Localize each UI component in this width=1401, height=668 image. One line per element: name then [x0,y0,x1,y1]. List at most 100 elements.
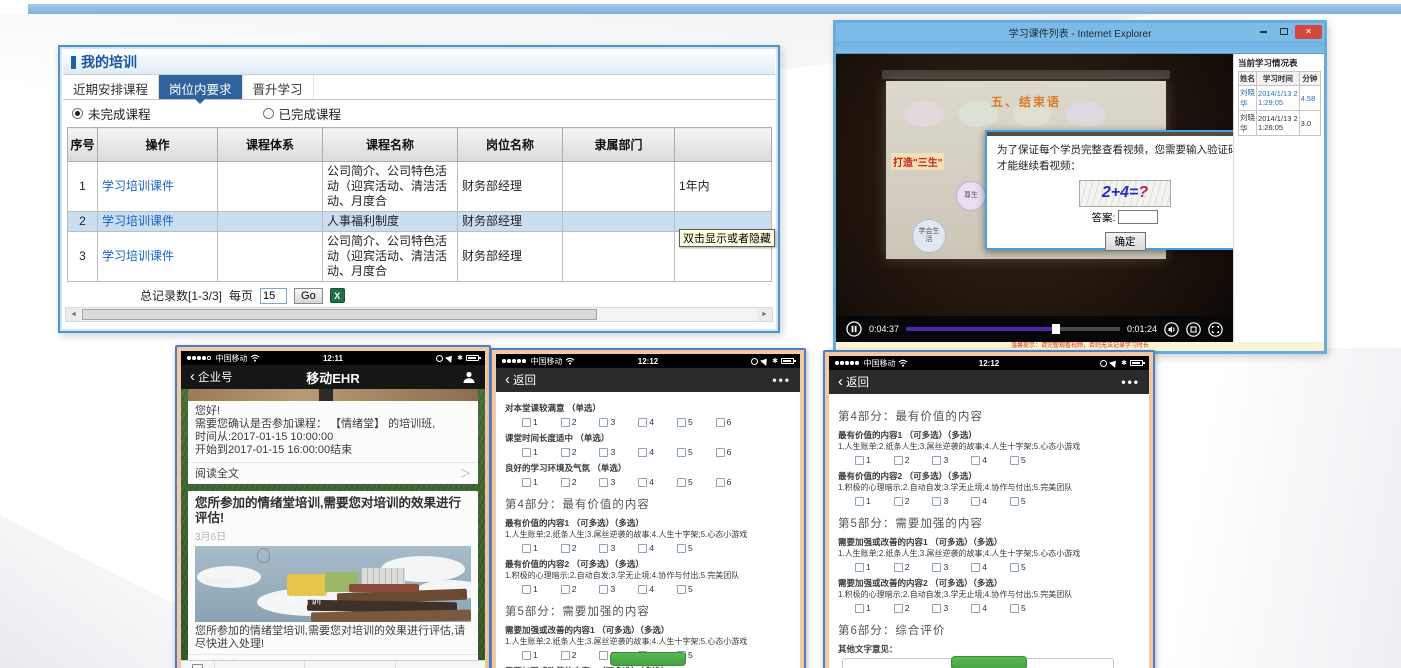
checkbox[interactable] [932,604,941,613]
checkbox[interactable] [894,563,903,572]
menu-section[interactable] [305,661,395,668]
fullscreen-button[interactable] [1208,322,1223,337]
video-player[interactable]: 五、结束语 打造"三生" 尊生 学会生活 0:04:37 [836,54,1233,342]
checkbox[interactable] [716,448,725,457]
checkbox[interactable] [1010,497,1019,506]
checkbox[interactable] [522,651,531,660]
checkbox[interactable] [599,585,608,594]
checkbox[interactable] [971,497,980,506]
course-action-link[interactable]: 学习培训课件 [102,179,174,193]
checkbox-number: 4 [649,543,654,553]
checkbox[interactable] [638,585,647,594]
checkbox[interactable] [638,448,647,457]
checkbox[interactable] [855,497,864,506]
checkbox[interactable] [638,478,647,487]
checkbox-number: 1 [866,496,871,506]
checkbox[interactable] [638,418,647,427]
message-card[interactable]: 您好! 需要您确认是否参加课程： 【情绪堂】 的培训班, 时间从:2017-01… [188,389,478,484]
checkbox[interactable] [1010,563,1019,572]
answer-input[interactable] [1118,210,1158,224]
checkbox[interactable] [638,544,647,553]
progress-handle[interactable] [1052,324,1060,334]
checkbox[interactable] [599,418,608,427]
checkbox[interactable] [599,478,608,487]
stop-button[interactable] [1186,322,1201,337]
submit-button[interactable] [951,656,1027,668]
checkbox[interactable] [1010,604,1019,613]
close-button[interactable]: ✕ [1295,25,1322,39]
wechat-menu-bar[interactable] [181,660,485,668]
progress-bar[interactable] [906,327,1120,331]
checkbox[interactable] [971,563,980,572]
keyboard-icon[interactable] [181,661,215,668]
bluetooth-icon: ✱ [1121,359,1127,367]
checkbox[interactable] [677,418,686,427]
course-action-link[interactable]: 学习培训课件 [102,214,174,228]
checkbox[interactable] [561,418,570,427]
checkbox[interactable] [522,585,531,594]
tab-近期安排课程[interactable]: 近期安排课程 [63,75,159,99]
menu-section[interactable] [215,661,305,668]
tab-晋升学习[interactable]: 晋升学习 [243,75,314,99]
checkbox[interactable] [932,456,941,465]
checkbox[interactable] [971,604,980,613]
read-more-row[interactable]: 阅读全文 ＞ [188,462,478,484]
checkbox[interactable] [677,585,686,594]
horizontal-scrollbar[interactable]: ◄ ► [65,307,773,322]
radio-option[interactable]: 已完成课程 [263,104,342,123]
checkbox[interactable] [677,448,686,457]
course-action-link[interactable]: 学习培训课件 [102,249,174,263]
go-button[interactable]: Go [294,288,323,304]
checkbox[interactable] [677,478,686,487]
submit-button[interactable] [610,652,686,666]
checkbox[interactable] [855,563,864,572]
checkbox[interactable] [599,448,608,457]
checkbox[interactable] [561,585,570,594]
checkbox[interactable] [932,563,941,572]
tab-岗位内要求[interactable]: 岗位内要求 [159,75,243,99]
scroll-left-arrow[interactable]: ◄ [66,308,81,321]
checkbox[interactable] [894,497,903,506]
checkbox-number: 1 [533,417,538,427]
checkbox[interactable] [561,651,570,660]
back-button[interactable]: ‹ 返回 [838,374,869,390]
scroll-thumb[interactable] [82,309,597,320]
checkbox[interactable] [894,604,903,613]
message-card[interactable]: 您所参加的情绪堂培训,需要您对培训的效果进行评估! 3月6日 -longs [188,491,478,668]
checkbox[interactable] [932,497,941,506]
scroll-right-arrow[interactable]: ► [757,308,772,321]
checkbox[interactable] [894,456,903,465]
checkbox[interactable] [522,448,531,457]
excel-export-icon[interactable]: X [330,288,345,303]
person-icon[interactable] [462,371,476,383]
checkbox[interactable] [855,604,864,613]
back-button[interactable]: ‹ 企业号 [190,369,233,385]
minimize-button[interactable] [1255,25,1272,39]
per-page-input[interactable] [260,288,287,304]
checkbox[interactable] [561,544,570,553]
checkbox[interactable] [855,456,864,465]
checkbox[interactable] [522,478,531,487]
menu-section[interactable] [396,661,485,668]
checkbox-item: 1 [522,650,538,660]
volume-button[interactable] [1164,322,1179,337]
checkbox[interactable] [561,478,570,487]
maximize-button[interactable] [1275,25,1292,39]
checkbox[interactable] [971,456,980,465]
checkbox-item: 2 [561,417,577,427]
checkbox[interactable] [599,651,608,660]
more-menu-icon[interactable]: ••• [772,373,791,387]
radio-option[interactable]: 未完成课程 [72,104,151,123]
back-button[interactable]: ‹ 返回 [505,372,536,388]
checkbox[interactable] [716,418,725,427]
checkbox[interactable] [522,544,531,553]
confirm-button[interactable]: 确定 [1105,232,1146,251]
checkbox[interactable] [522,418,531,427]
checkbox[interactable] [561,448,570,457]
checkbox[interactable] [677,544,686,553]
checkbox[interactable] [599,544,608,553]
checkbox[interactable] [1010,456,1019,465]
more-menu-icon[interactable]: ••• [1121,375,1140,389]
checkbox[interactable] [716,478,725,487]
pause-button[interactable] [846,321,862,337]
